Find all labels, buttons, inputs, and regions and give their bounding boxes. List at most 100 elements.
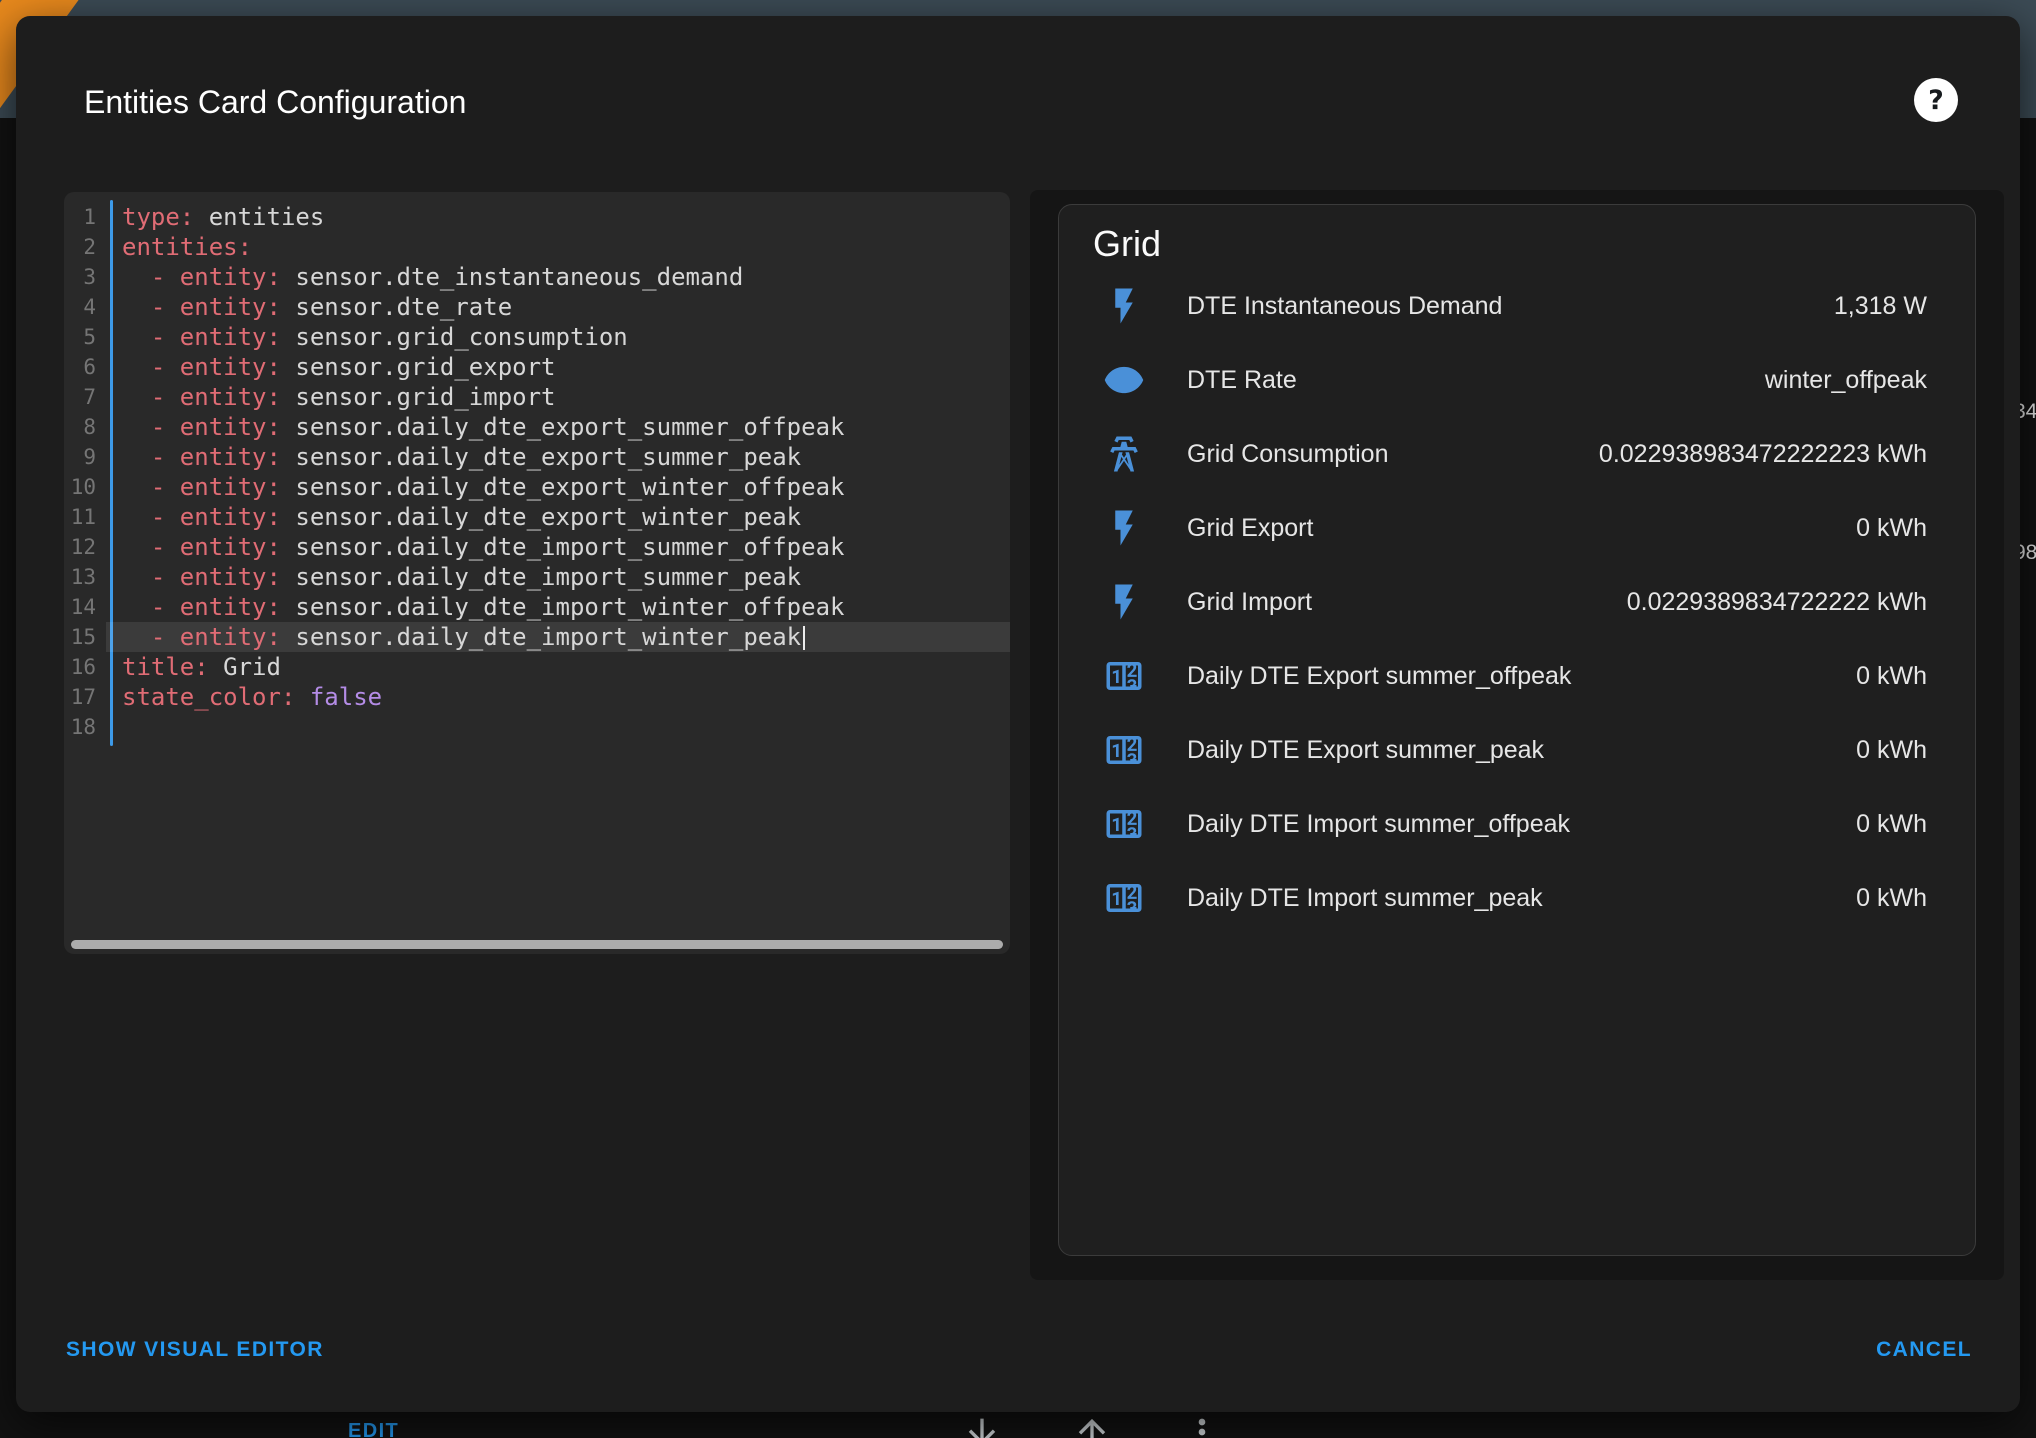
counter-icon [1103,803,1145,845]
line-content: - entity: sensor.daily_dte_import_winter… [106,622,1010,652]
line-content [106,712,1010,742]
entities-card-preview: Grid DTE Instantaneous Demand1,318 WDTE … [1058,204,1976,1256]
code-line-1[interactable]: 1type: entities [64,202,1010,232]
line-number: 13 [64,562,106,592]
screen: 34 98 EDIT Entities Card Configuration ?… [0,0,2036,1438]
line-number: 7 [64,382,106,412]
line-content: title: Grid [106,652,1010,682]
entity-state: 0.0229389834722222 kWh [1627,588,1927,617]
card-title: Grid [1093,223,1161,265]
line-number: 17 [64,682,106,712]
code-line-13[interactable]: 13 - entity: sensor.daily_dte_import_sum… [64,562,1010,592]
help-icon: ? [1928,85,1944,116]
code-line-5[interactable]: 5 - entity: sensor.grid_consumption [64,322,1010,352]
arrow-up-icon[interactable] [1072,1412,1112,1438]
entity-row[interactable]: Grid Import 0.0229389834722222 kWh [1059,565,1975,639]
code-line-12[interactable]: 12 - entity: sensor.daily_dte_import_sum… [64,532,1010,562]
line-number: 8 [64,412,106,442]
entity-name: Grid Consumption [1187,440,1583,469]
entity-state: 1,318 W [1834,292,1927,321]
editor-horizontal-scrollbar[interactable] [71,940,1003,949]
counter-icon [1103,877,1145,919]
entity-name: Daily DTE Import summer_peak [1187,884,1840,913]
line-number: 6 [64,352,106,382]
line-content: - entity: sensor.daily_dte_export_summer… [106,442,1010,472]
line-content: - entity: sensor.daily_dte_import_summer… [106,562,1010,592]
transmission-tower-icon [1103,433,1145,475]
dialog-title: Entities Card Configuration [84,84,466,121]
code-line-16[interactable]: 16title: Grid [64,652,1010,682]
entity-name: DTE Instantaneous Demand [1187,292,1818,321]
entity-row[interactable]: Daily DTE Import summer_peak 0 kWh [1059,861,1975,935]
eye-icon [1103,359,1145,401]
code-line-7[interactable]: 7 - entity: sensor.grid_import [64,382,1010,412]
entity-rows: DTE Instantaneous Demand 1,318 W DTE Rate w… [1059,269,1975,935]
line-content: - entity: sensor.dte_rate [106,292,1010,322]
counter-icon [1103,655,1145,697]
line-content: type: entities [106,202,1010,232]
entity-row[interactable]: Daily DTE Export summer_peak 0 kWh [1059,713,1975,787]
yaml-editor[interactable]: 1type: entities2entities:3 - entity: sen… [64,192,1010,954]
line-content: - entity: sensor.grid_export [106,352,1010,382]
line-content: - entity: sensor.daily_dte_export_winter… [106,472,1010,502]
code-line-4[interactable]: 4 - entity: sensor.dte_rate [64,292,1010,322]
code-line-18[interactable]: 18 [64,712,1010,742]
entity-name: Grid Export [1187,514,1840,543]
code-line-10[interactable]: 10 - entity: sensor.daily_dte_export_win… [64,472,1010,502]
entities-card-config-dialog: Entities Card Configuration ? 1type: ent… [16,16,2020,1412]
entity-row[interactable]: DTE Instantaneous Demand 1,318 W [1059,269,1975,343]
flash-icon [1103,285,1145,327]
entity-state: 0 kWh [1856,514,1927,543]
line-content: entities: [106,232,1010,262]
code-line-17[interactable]: 17state_color: false [64,682,1010,712]
line-content: - entity: sensor.grid_consumption [106,322,1010,352]
entity-state: winter_offpeak [1765,366,1927,395]
entity-row[interactable]: Grid Consumption0.022938983472222223 kWh [1059,417,1975,491]
text-cursor [803,626,805,650]
line-number: 9 [64,442,106,472]
line-content: - entity: sensor.daily_dte_export_summer… [106,412,1010,442]
entity-state: 0 kWh [1856,662,1927,691]
line-number: 5 [64,322,106,352]
line-number: 14 [64,592,106,622]
counter-icon [1103,729,1145,771]
kebab-menu-icon[interactable] [1182,1412,1222,1438]
code-line-3[interactable]: 3 - entity: sensor.dte_instantaneous_dem… [64,262,1010,292]
code-line-11[interactable]: 11 - entity: sensor.daily_dte_export_win… [64,502,1010,532]
entity-row[interactable]: Daily DTE Import summer_offpeak0 kWh [1059,787,1975,861]
entity-state: 0 kWh [1856,736,1927,765]
card-preview-panel: Grid DTE Instantaneous Demand1,318 WDTE … [1030,190,2004,1280]
line-number: 15 [64,622,106,652]
line-content: - entity: sensor.grid_import [106,382,1010,412]
code-line-8[interactable]: 8 - entity: sensor.daily_dte_export_summ… [64,412,1010,442]
entity-row[interactable]: DTE Rate winter_offpeak [1059,343,1975,417]
code-line-2[interactable]: 2entities: [64,232,1010,262]
arrow-down-icon[interactable] [962,1412,1002,1438]
cancel-button[interactable]: CANCEL [1876,1338,1972,1362]
line-number: 18 [64,712,106,742]
entity-state: 0 kWh [1856,884,1927,913]
line-number: 10 [64,472,106,502]
line-number: 12 [64,532,106,562]
line-content: - entity: sensor.dte_instantaneous_deman… [106,262,1010,292]
code-line-15[interactable]: 15 - entity: sensor.daily_dte_import_win… [64,622,1010,652]
code-line-6[interactable]: 6 - entity: sensor.grid_export [64,352,1010,382]
line-content: - entity: sensor.daily_dte_export_winter… [106,502,1010,532]
entity-name: DTE Rate [1187,366,1749,395]
entity-name: Grid Import [1187,588,1611,617]
line-number: 11 [64,502,106,532]
yaml-code-lines: 1type: entities2entities:3 - entity: sen… [64,202,1010,742]
code-line-9[interactable]: 9 - entity: sensor.daily_dte_export_summ… [64,442,1010,472]
entity-name: Daily DTE Export summer_offpeak [1187,662,1840,691]
edit-link[interactable]: EDIT [348,1420,399,1438]
entity-row[interactable]: Daily DTE Export summer_offpeak 0 kWh [1059,639,1975,713]
line-content: - entity: sensor.daily_dte_import_winter… [106,592,1010,622]
entity-row[interactable]: Grid Export 0 kWh [1059,491,1975,565]
entity-name: Daily DTE Export summer_peak [1187,736,1840,765]
flash-icon [1103,581,1145,623]
show-visual-editor-button[interactable]: SHOW VISUAL EDITOR [66,1338,324,1362]
entity-name: Daily DTE Import summer_offpeak [1187,810,1840,839]
code-line-14[interactable]: 14 - entity: sensor.daily_dte_import_win… [64,592,1010,622]
flash-icon [1103,507,1145,549]
help-button[interactable]: ? [1914,78,1958,122]
